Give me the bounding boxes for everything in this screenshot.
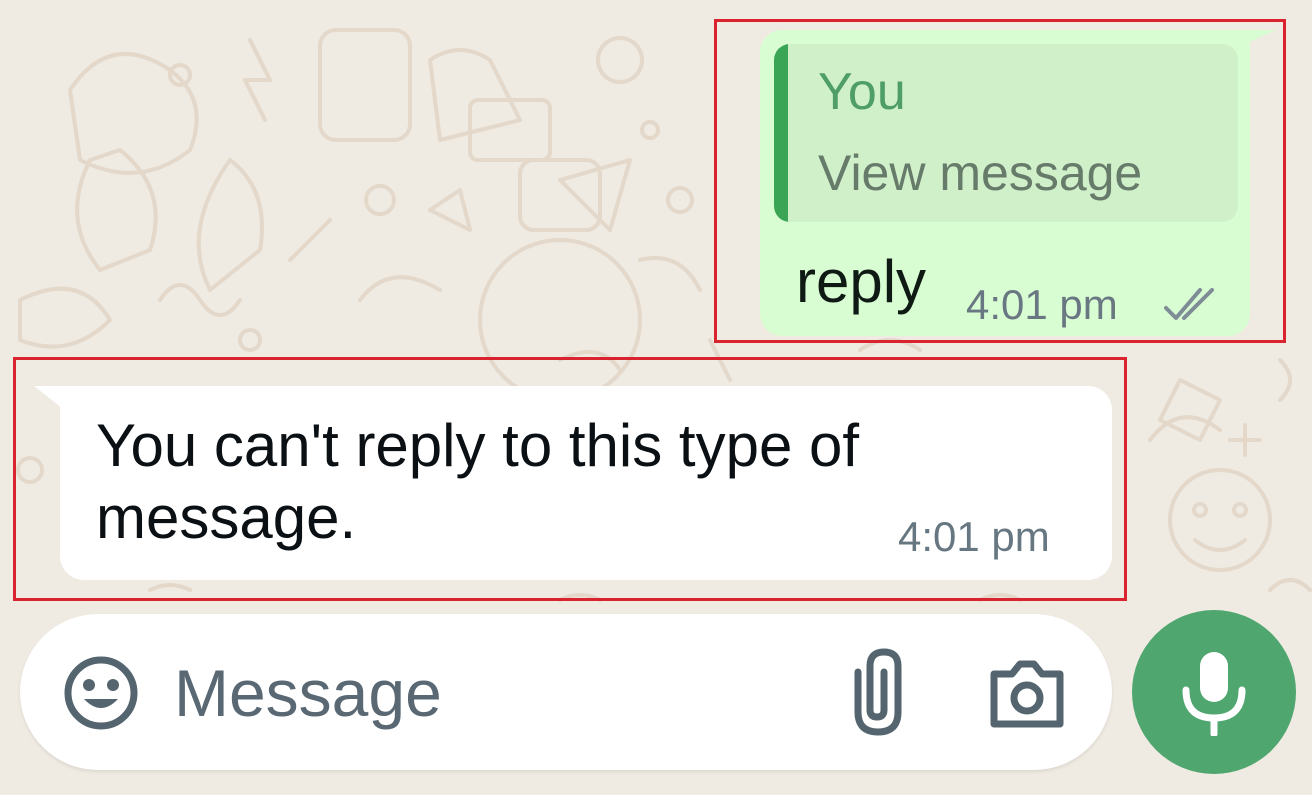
emoji-icon[interactable] [60, 652, 142, 734]
microphone-icon [1182, 652, 1246, 736]
incoming-message-highlight [13, 357, 1127, 601]
message-composer[interactable]: Message [20, 614, 1112, 770]
paperclip-icon[interactable] [832, 648, 912, 738]
message-input[interactable]: Message [174, 660, 442, 726]
voice-message-button[interactable] [1132, 610, 1296, 774]
outgoing-message-highlight [714, 19, 1286, 343]
camera-icon[interactable] [986, 652, 1068, 734]
